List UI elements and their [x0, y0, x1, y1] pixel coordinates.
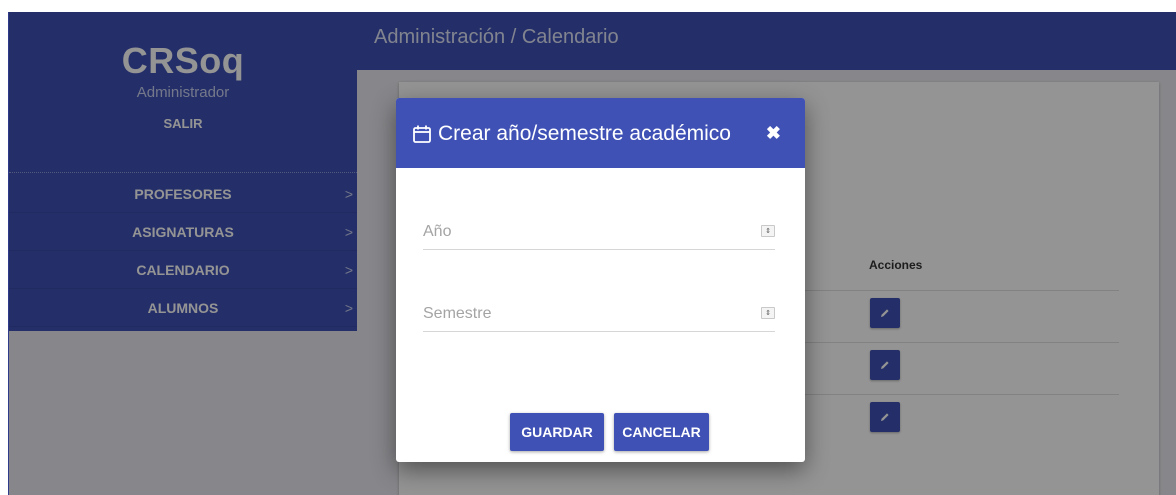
dialog-header: Crear año/semestre académico ✖ — [396, 98, 805, 168]
year-field: ⇕ — [423, 216, 775, 250]
dialog-title: Crear año/semestre académico — [438, 122, 731, 145]
dialog-title-wrap: Crear año/semestre académico — [412, 122, 731, 146]
year-input[interactable] — [423, 216, 743, 248]
calendar-icon — [413, 125, 431, 143]
semester-input[interactable] — [423, 298, 743, 330]
semester-field: ⇕ — [423, 298, 775, 332]
spinner-icon[interactable]: ⇕ — [761, 307, 775, 319]
cancel-button[interactable]: CANCELAR — [614, 413, 709, 451]
app-window: CRSoq Administrador SALIR PROFESORES > A… — [8, 12, 1176, 495]
save-button[interactable]: GUARDAR — [510, 413, 604, 451]
spinner-icon[interactable]: ⇕ — [761, 225, 775, 237]
close-icon[interactable]: ✖ — [766, 123, 781, 144]
create-term-dialog: Crear año/semestre académico ✖ ⇕ ⇕ GUARD… — [396, 98, 805, 462]
